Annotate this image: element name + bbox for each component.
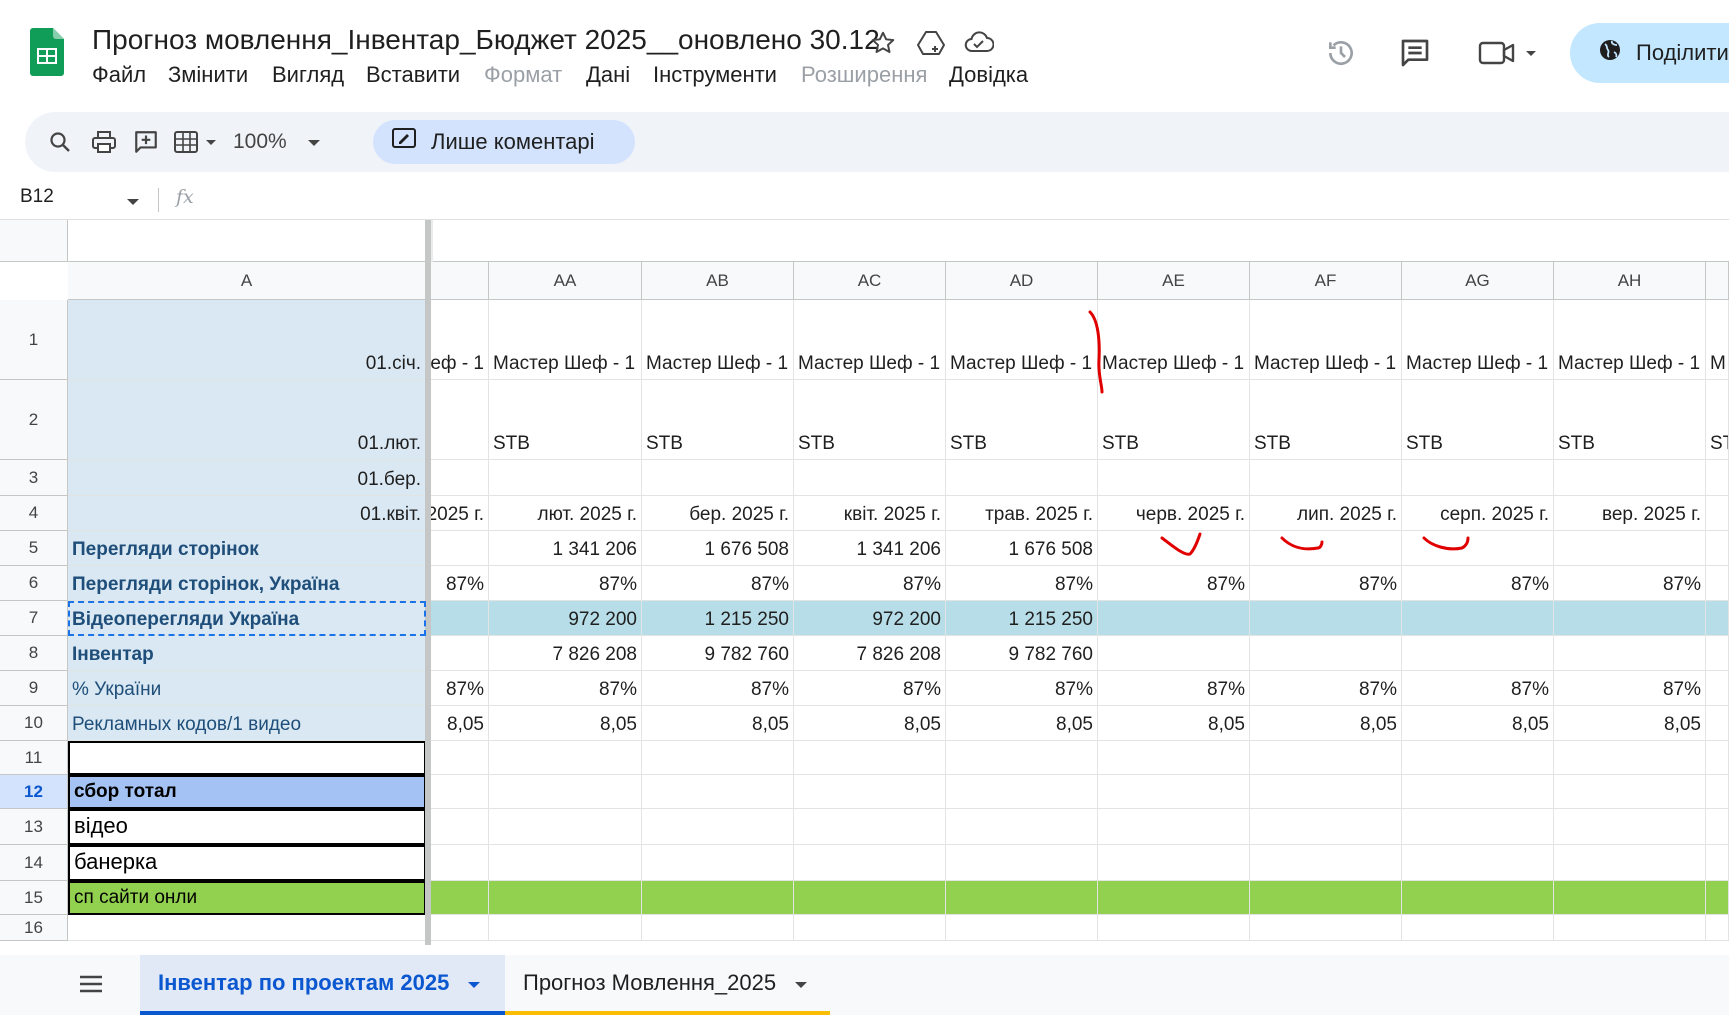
menu-file[interactable]: Файл xyxy=(92,62,146,88)
toolbar: 100% Лише коментарі xyxy=(25,112,1729,172)
menu-extensions[interactable]: Розширення xyxy=(801,62,927,88)
select-range-icon[interactable] xyxy=(173,121,221,163)
share-label: Поділити xyxy=(1636,40,1729,65)
version-history-icon[interactable] xyxy=(1320,32,1362,74)
print-icon[interactable] xyxy=(89,121,119,163)
menu-insert[interactable]: Вставити xyxy=(366,62,460,88)
formula-bar: B12 fx xyxy=(0,180,1729,220)
comments-icon[interactable] xyxy=(1394,32,1436,74)
add-comment-icon[interactable] xyxy=(131,121,161,163)
sheet-tab-inventory[interactable]: Інвентар по проектам 2025 xyxy=(140,955,505,1015)
fx-icon: fx xyxy=(176,186,194,208)
menu-data[interactable]: Дані xyxy=(586,62,630,88)
comment-mode-label: Лише коментарі xyxy=(431,129,595,154)
menu-tools[interactable]: Інструменти xyxy=(653,62,777,88)
comment-edit-icon xyxy=(391,127,417,157)
all-sheets-menu-icon[interactable] xyxy=(78,973,104,1000)
sheet-tab-label: Інвентар по проектам 2025 xyxy=(158,970,450,995)
comment-only-mode-button[interactable]: Лише коментарі xyxy=(373,120,635,164)
spreadsheet-grid[interactable]: AAAABACADAEAFAGAH 101.січ.Шеф - 1Мастер … xyxy=(0,220,1729,945)
title-bar: Прогноз мовлення_Інвентар_Бюджет 2025__о… xyxy=(0,0,1729,100)
formula-input[interactable] xyxy=(208,180,1729,220)
menu-edit[interactable]: Змінити xyxy=(168,62,248,88)
menu-view[interactable]: Вигляд xyxy=(272,62,344,88)
menu-format[interactable]: Формат xyxy=(484,62,562,88)
name-box[interactable]: B12 xyxy=(20,186,54,208)
sheet-tabs-bar: Інвентар по проектам 2025 Прогноз Мовлен… xyxy=(0,955,1729,1015)
move-to-drive-icon[interactable] xyxy=(910,22,952,64)
cloud-saved-icon[interactable] xyxy=(958,22,1000,64)
meet-camera-icon[interactable] xyxy=(1474,32,1544,74)
zoom-select[interactable]: 100% xyxy=(233,121,321,163)
sheets-logo-icon[interactable] xyxy=(30,28,64,76)
chevron-down-icon[interactable] xyxy=(467,970,481,996)
name-box-dropdown-icon[interactable] xyxy=(126,194,140,212)
globe-icon xyxy=(1598,38,1622,68)
divider xyxy=(158,188,159,212)
document-title[interactable]: Прогноз мовлення_Інвентар_Бюджет 2025__о… xyxy=(92,24,880,56)
sheet-tab-label: Прогноз Мовлення_2025 xyxy=(523,970,777,995)
chevron-down-icon xyxy=(307,130,321,154)
star-icon[interactable] xyxy=(862,22,904,64)
zoom-value: 100% xyxy=(233,130,287,153)
menu-help[interactable]: Довідка xyxy=(949,62,1028,88)
share-button[interactable]: Поділити xyxy=(1570,23,1729,83)
search-menus-icon[interactable] xyxy=(45,121,75,163)
chevron-down-icon[interactable] xyxy=(794,970,808,996)
handwritten-annotations xyxy=(1088,310,1470,556)
sheet-tab-forecast[interactable]: Прогноз Мовлення_2025 xyxy=(505,955,830,1015)
